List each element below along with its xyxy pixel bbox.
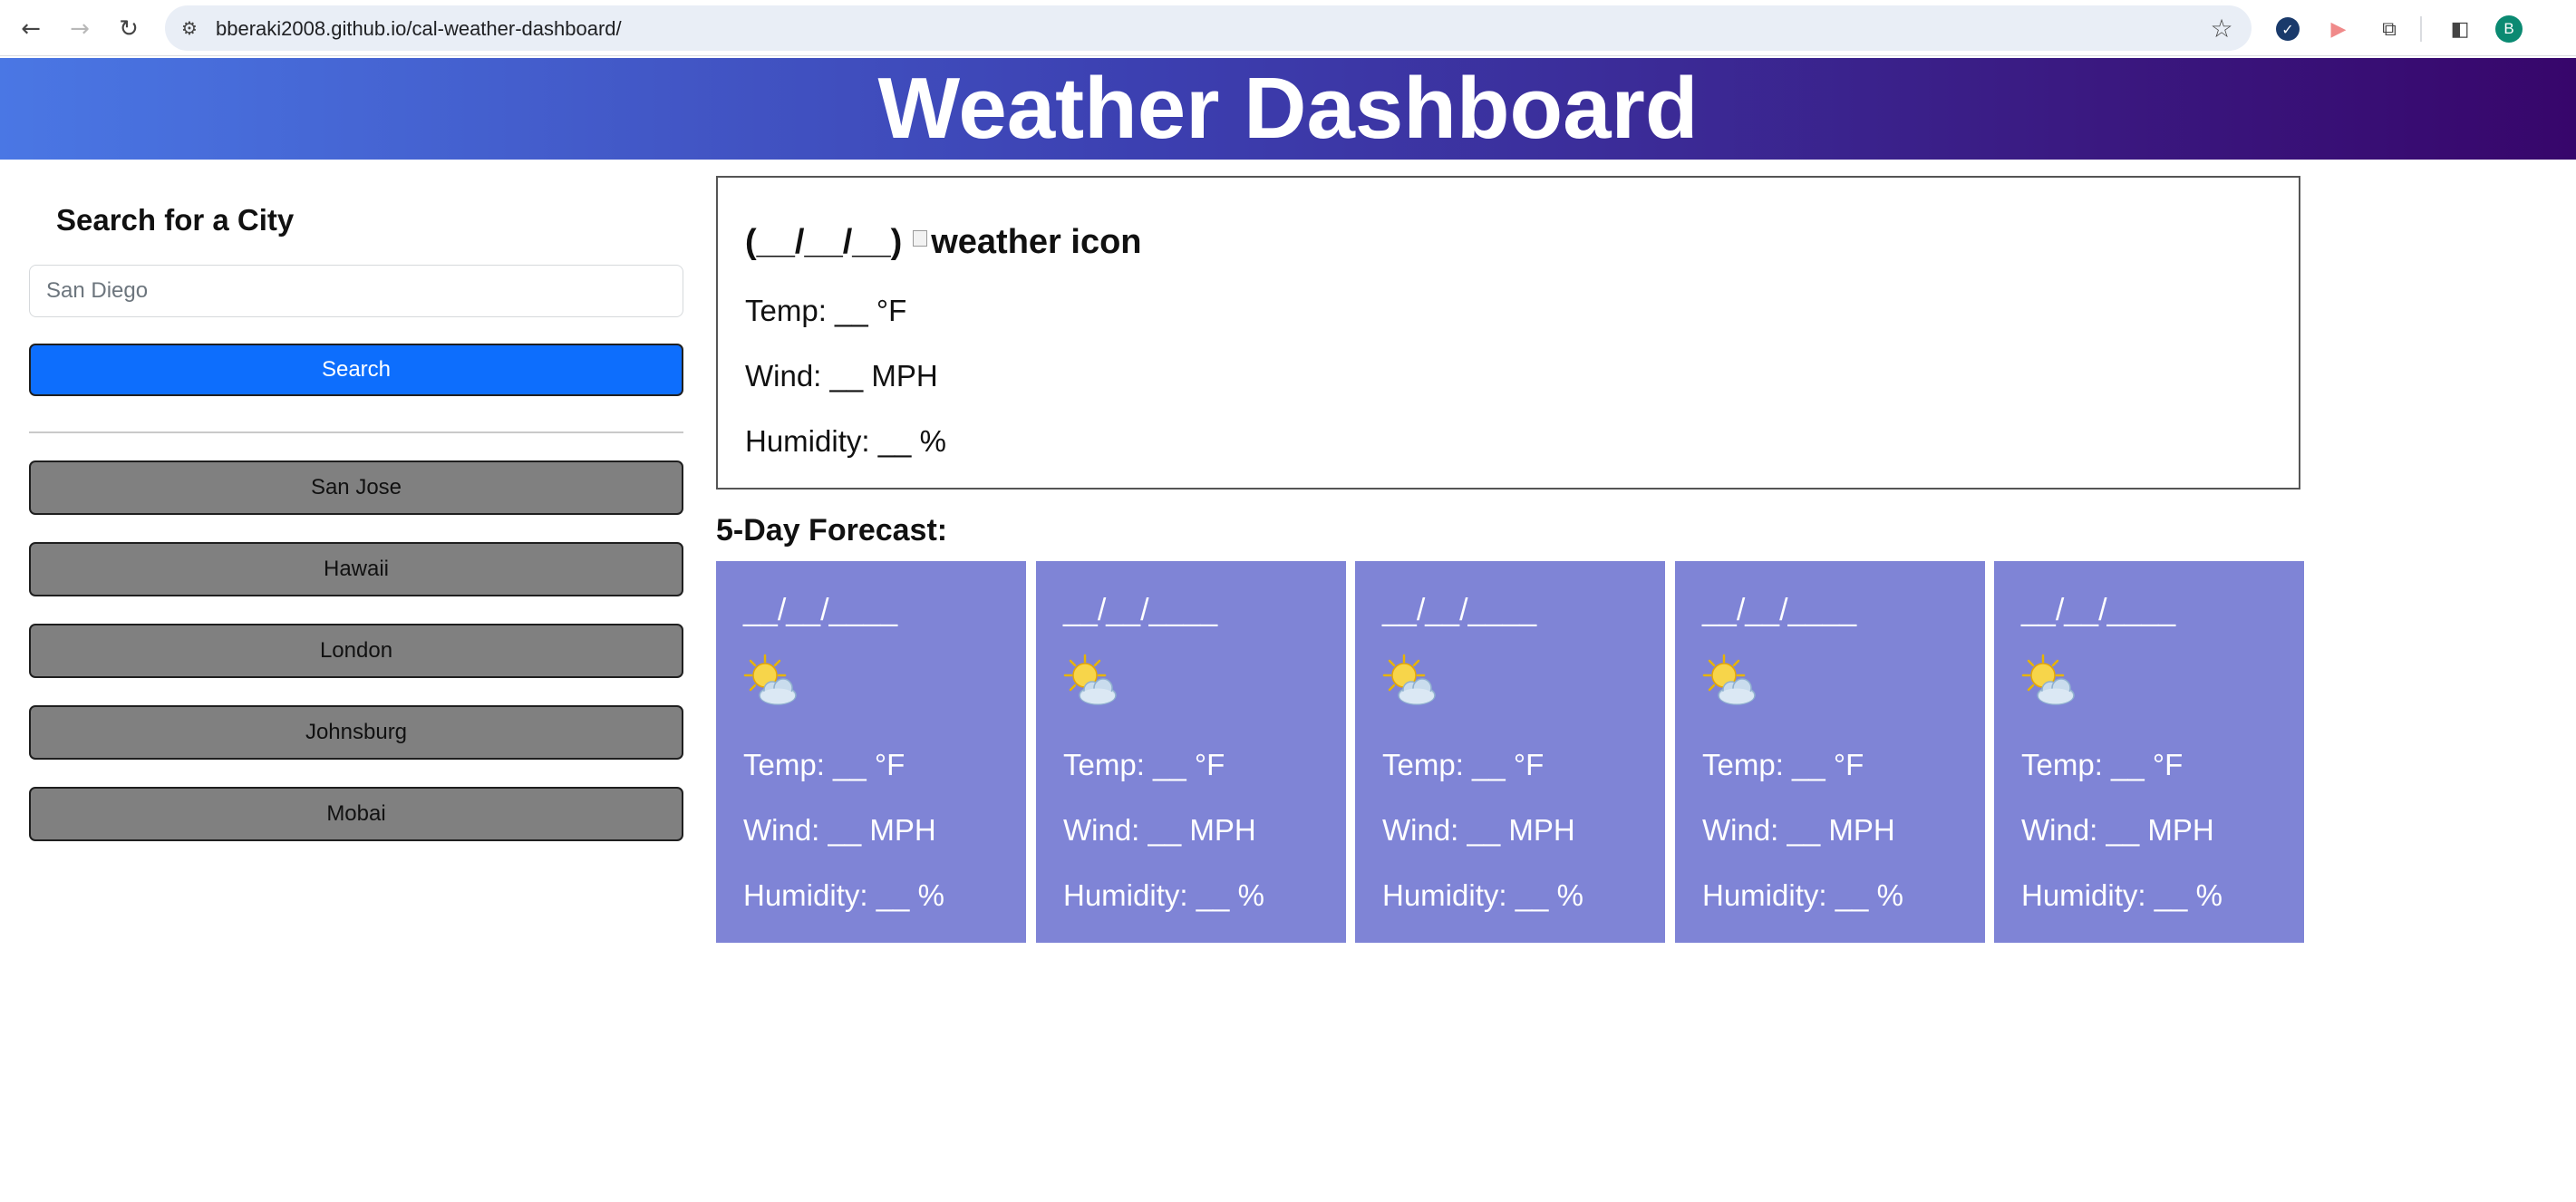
reload-icon[interactable]: ↻	[111, 11, 147, 47]
current-temp: Temp: __ °F	[745, 294, 907, 327]
forecast-date: __/__/____	[1702, 593, 1857, 627]
forecast-wind: Wind: __ MPH	[1063, 813, 1256, 847]
extension-play-icon[interactable]: ▶	[2320, 11, 2357, 47]
current-weather-panel: (__/__/__) weather icon Temp: __ °F Wind…	[716, 176, 2300, 490]
bookmark-star-icon[interactable]: ☆	[2206, 13, 2237, 44]
forecast-humidity: Humidity: __ %	[743, 878, 944, 912]
forecast-wind: Wind: __ MPH	[743, 813, 936, 847]
history-button-mobai[interactable]: Mobai	[29, 787, 683, 841]
browser-toolbar: ← → ↻ ⚙ bberaki2008.github.io/cal-weathe…	[0, 0, 2576, 56]
search-history-list: San Jose Hawaii London Johnsburg Mobai	[29, 460, 683, 868]
history-button-san-jose[interactable]: San Jose	[29, 460, 683, 515]
forecast-humidity: Humidity: __ %	[2021, 878, 2223, 912]
site-info-icon[interactable]: ⚙	[174, 13, 205, 44]
forecast-date: __/__/____	[2021, 593, 2176, 627]
page-title: Weather Dashboard	[877, 60, 1699, 157]
weather-icon: weather icon	[913, 223, 1142, 262]
forecast-card: __/__/____ Temp: __ °F Wind: __ MPH Humidit…	[1675, 561, 1985, 943]
forecast-heading: 5-Day Forecast:	[716, 513, 948, 548]
current-humidity: Humidity: __ %	[745, 424, 946, 458]
current-date: (__/__/__)	[745, 223, 903, 261]
forecast-cards: __/__/____ Temp: __ °F Wind: __ MPH Humidit…	[716, 561, 2304, 943]
partly-sunny-icon	[2019, 652, 2079, 712]
forecast-wind: Wind: __ MPH	[1702, 813, 1895, 847]
forecast-card: __/__/____ Temp: __ °F Wind: __ MPH Humidit…	[1036, 561, 1346, 943]
forecast-date: __/__/____	[743, 593, 898, 627]
history-button-london[interactable]: London	[29, 624, 683, 678]
broken-image-icon	[913, 229, 928, 247]
history-button-johnsburg[interactable]: Johnsburg	[29, 705, 683, 760]
back-icon[interactable]: ←	[13, 11, 49, 47]
weather-icon-alt-text: weather icon	[931, 223, 1142, 261]
partly-sunny-icon	[1380, 652, 1440, 712]
sidebar-divider	[29, 431, 683, 433]
forecast-card: __/__/____ Temp: __ °F Wind: __ MPH Humidit…	[1994, 561, 2304, 943]
city-search-input[interactable]	[29, 265, 683, 317]
toolbar-divider	[2420, 16, 2422, 42]
extensions-puzzle-icon[interactable]: ⧉	[2371, 11, 2407, 47]
current-weather-heading: (__/__/__) weather icon	[745, 223, 1142, 262]
forecast-card: __/__/____ Temp: __ °F Wind: __ MPH Humidit…	[1355, 561, 1665, 943]
current-wind: Wind: __ MPH	[745, 359, 938, 393]
forecast-wind: Wind: __ MPH	[2021, 813, 2214, 847]
forecast-temp: Temp: __ °F	[1063, 748, 1225, 781]
page-header: Weather Dashboard	[0, 58, 2576, 160]
forecast-date: __/__/____	[1382, 593, 1537, 627]
forward-icon[interactable]: →	[62, 11, 98, 47]
forecast-wind: Wind: __ MPH	[1382, 813, 1575, 847]
forecast-humidity: Humidity: __ %	[1382, 878, 1583, 912]
extension-check-icon[interactable]: ✓	[2270, 11, 2306, 47]
search-heading: Search for a City	[56, 203, 295, 237]
side-panel-icon[interactable]: ◧	[2442, 11, 2478, 47]
history-button-hawaii[interactable]: Hawaii	[29, 542, 683, 596]
forecast-humidity: Humidity: __ %	[1063, 878, 1264, 912]
url-text[interactable]: bberaki2008.github.io/cal-weather-dashbo…	[216, 17, 622, 41]
forecast-humidity: Humidity: __ %	[1702, 878, 1903, 912]
forecast-temp: Temp: __ °F	[743, 748, 905, 781]
forecast-card: __/__/____ Temp: __ °F Wind: __ MPH Humidit…	[716, 561, 1026, 943]
partly-sunny-icon	[741, 652, 801, 712]
forecast-date: __/__/____	[1063, 593, 1218, 627]
forecast-temp: Temp: __ °F	[2021, 748, 2184, 781]
profile-avatar[interactable]: B	[2491, 11, 2527, 47]
forecast-temp: Temp: __ °F	[1382, 748, 1545, 781]
partly-sunny-icon	[1061, 652, 1121, 712]
address-bar[interactable]: ⚙ bberaki2008.github.io/cal-weather-dash…	[165, 5, 2252, 51]
partly-sunny-icon	[1700, 652, 1760, 712]
search-button[interactable]: Search	[29, 344, 683, 396]
forecast-temp: Temp: __ °F	[1702, 748, 1864, 781]
